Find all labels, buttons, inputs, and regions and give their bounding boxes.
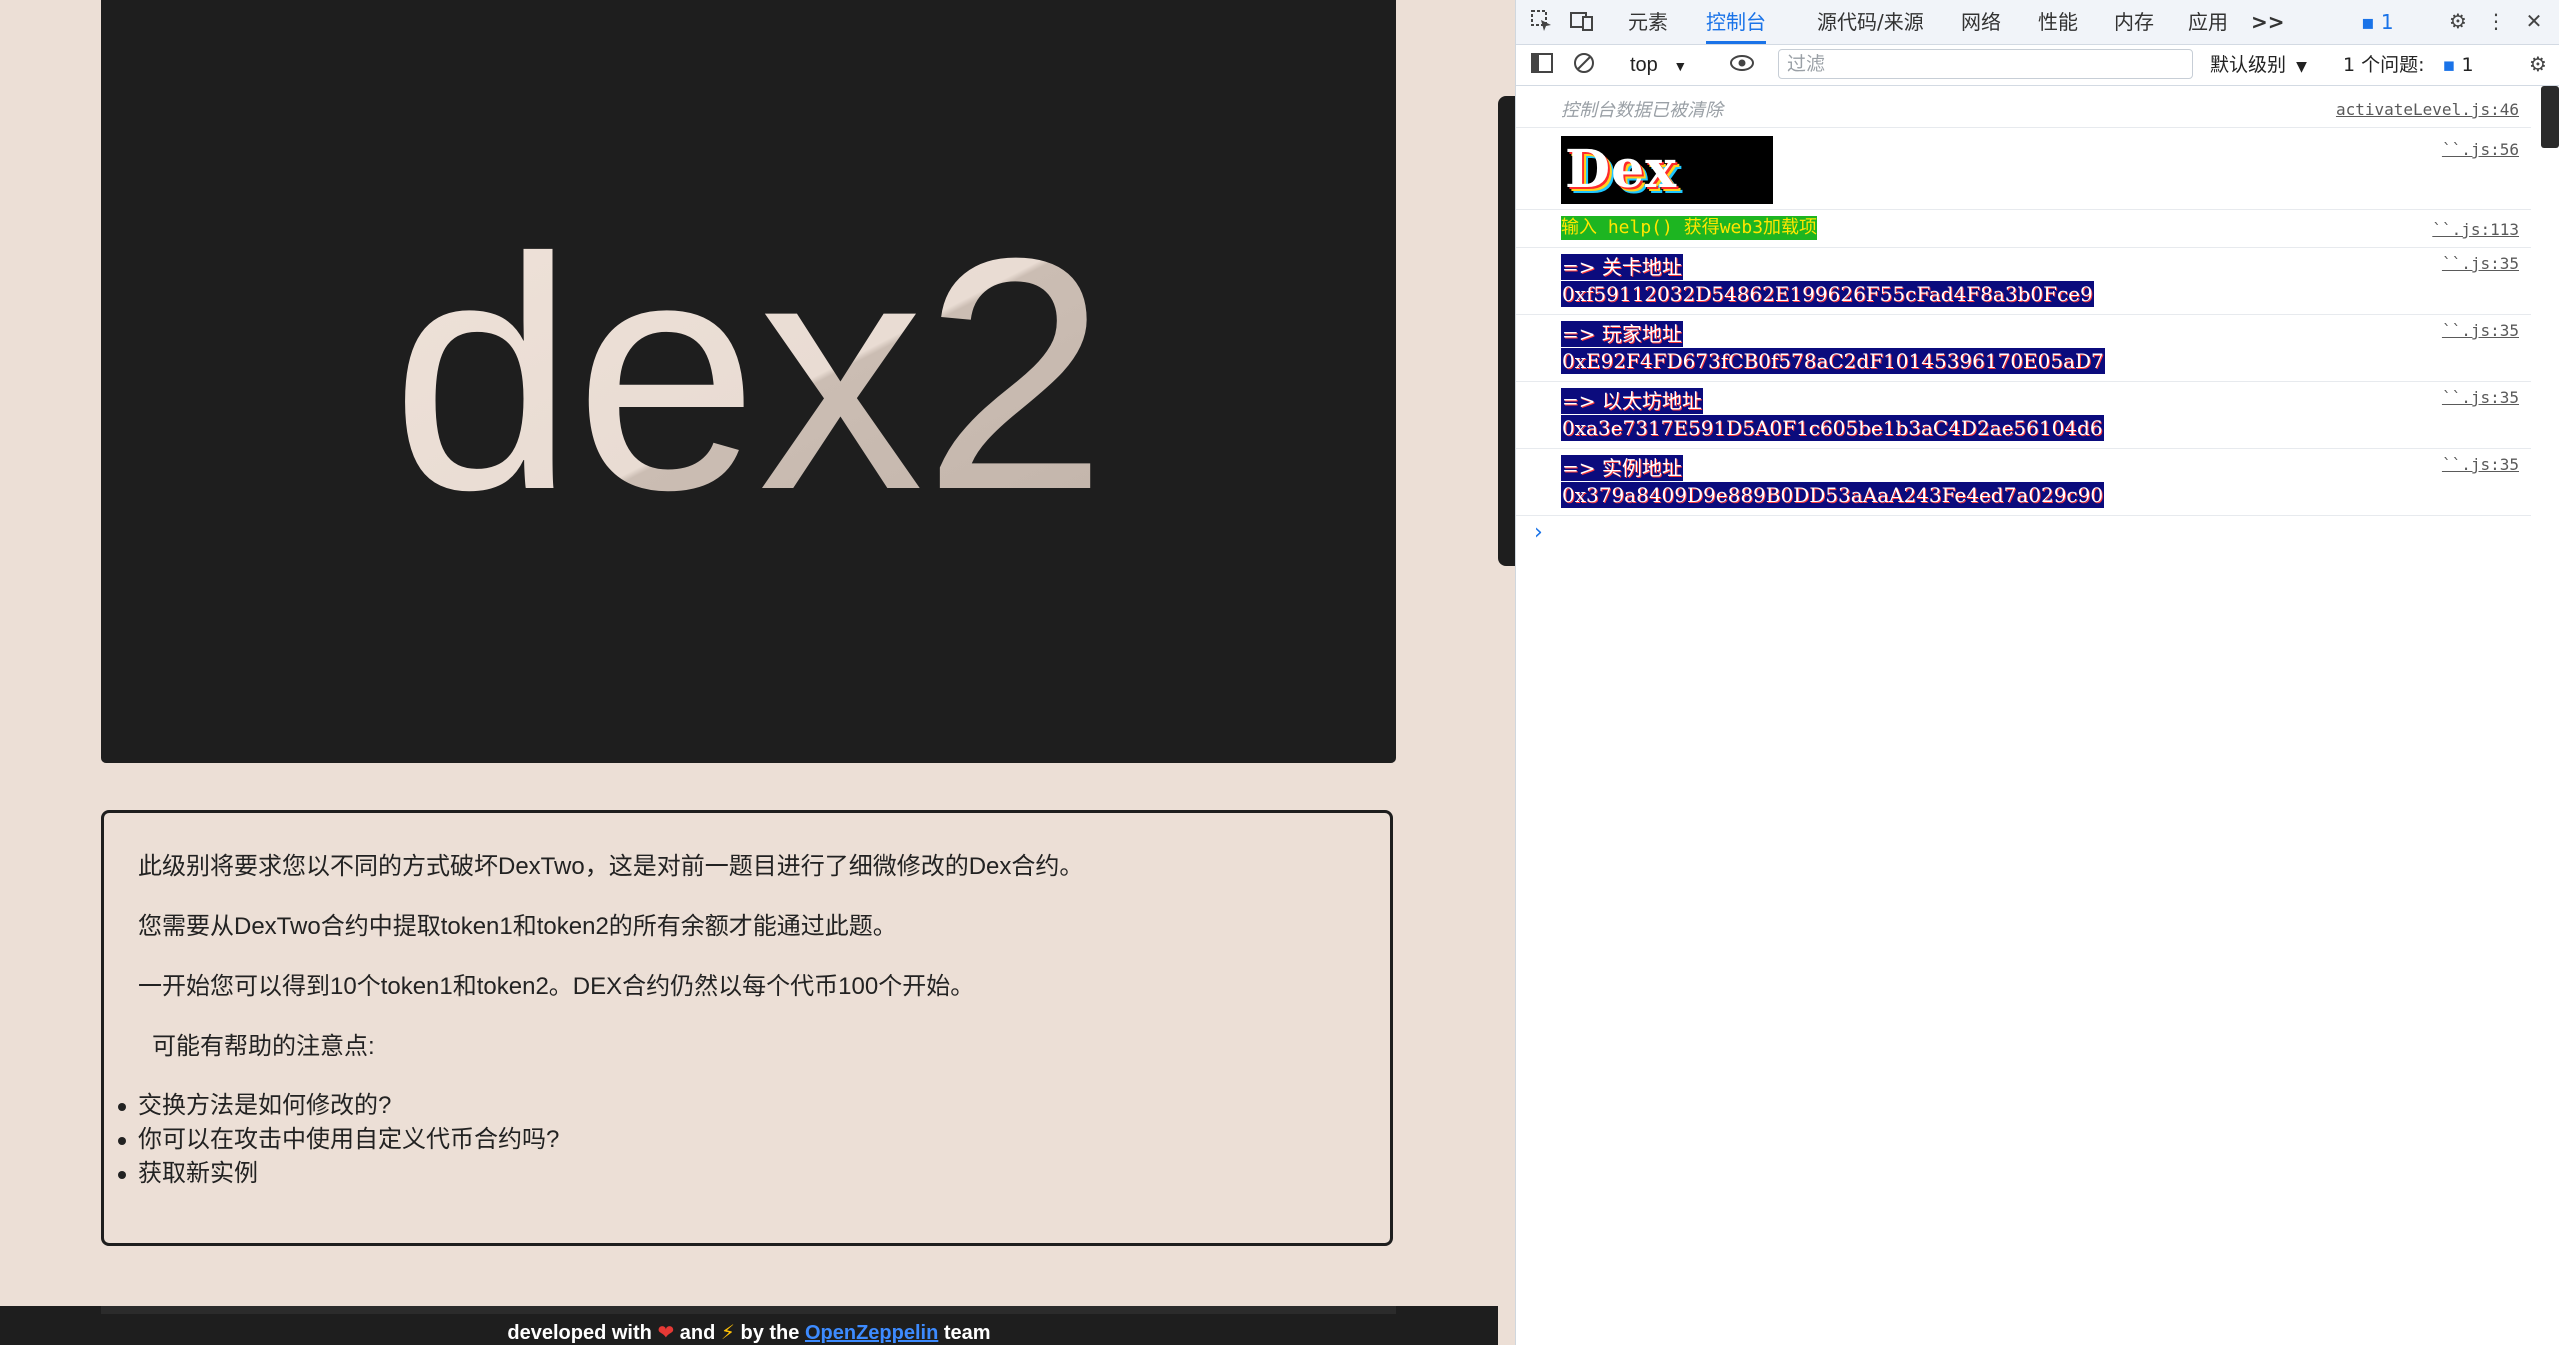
context-select[interactable]: top ▼ <box>1630 51 1687 79</box>
message-icon: ▪ <box>2361 10 2375 34</box>
issues-count: 1 <box>2461 54 2474 76</box>
context-value: top <box>1630 54 1658 76</box>
close-devtools-icon[interactable]: ✕ <box>2520 8 2548 36</box>
hero-title-text: dex2 <box>391 189 1107 558</box>
tab-network[interactable]: 网络 <box>1961 0 2001 44</box>
more-tabs-button[interactable]: >> <box>2251 0 2285 44</box>
chevron-down-icon: ▼ <box>1673 58 1688 74</box>
address-value: 0xa3e7317E591D5A0F1c605be1b3aC4D2ae56104… <box>1561 415 2104 441</box>
hint-item: 交换方法是如何修改的? <box>118 1089 1356 1123</box>
tab-sources[interactable]: 源代码/来源 <box>1817 0 1924 44</box>
source-link[interactable]: ``.js:35 <box>2442 254 2519 273</box>
heart-icon: ❤ <box>657 1322 675 1344</box>
console-toolbar: top ▼ 默认级别 ▼ 1 个问题: ▪ 1 ⚙ <box>1516 45 2559 86</box>
inspect-element-icon[interactable] <box>1528 8 1556 36</box>
device-toolbar-icon[interactable] <box>1568 8 1596 36</box>
page-footer: developed with ❤ and ⚡ by the OpenZeppel… <box>0 1306 1498 1345</box>
help-hint-message: 输入 help() 获得web3加载项 <box>1561 216 1818 240</box>
hints-list: 交换方法是如何修改的? 你可以在攻击中使用自定义代币合约吗? 获取新实例 <box>118 1089 1356 1191</box>
footer-prefix: developed with <box>507 1322 652 1344</box>
more-options-icon[interactable]: ⋮ <box>2482 8 2510 36</box>
console-settings-gear-icon[interactable]: ⚙ <box>2524 51 2552 79</box>
openzeppelin-link[interactable]: OpenZeppelin <box>805 1322 938 1344</box>
console-row: => 实例地址 0x379a8409D9e889B0DD53aAaA243Fe4… <box>1516 449 2531 516</box>
devtools-scrollbar[interactable] <box>2541 86 2559 148</box>
tab-memory[interactable]: 内存 <box>2114 0 2154 44</box>
footer-suffix: team <box>943 1322 991 1344</box>
issues-button[interactable]: 1 个问题: ▪ 1 <box>2343 51 2474 79</box>
footer-credit: developed with ❤ and ⚡ by the OpenZeppel… <box>0 1314 1498 1345</box>
console-row: 控制台数据已被清除 activateLevel.js:46 <box>1516 86 2531 128</box>
message-count: 1 <box>2380 10 2394 34</box>
address-label: => 玩家地址 <box>1561 321 1683 347</box>
source-link[interactable]: ``.js:56 <box>2442 140 2519 159</box>
console-row: 输入 help() 获得web3加载项 ``.js:113 <box>1516 210 2531 248</box>
console-prompt[interactable]: › <box>1534 520 1543 545</box>
sidebar-toggle-icon[interactable] <box>1528 51 1556 79</box>
console-row: => 以太坊地址 0xa3e7317E591D5A0F1c605be1b3aC4… <box>1516 382 2531 449</box>
clear-console-icon[interactable] <box>1570 51 1598 79</box>
page-scrollbar[interactable] <box>1498 96 1515 566</box>
description-paragraph-3: 一开始您可以得到10个token1和token2。DEX合约仍然以每个代币100… <box>138 973 975 1000</box>
live-expression-eye-icon[interactable] <box>1728 51 1756 79</box>
footer-by-the: by the <box>740 1322 800 1344</box>
level-title-art: dex2 <box>101 0 1396 763</box>
source-link[interactable]: ``.js:35 <box>2442 455 2519 474</box>
lightning-icon: ⚡ <box>720 1322 735 1344</box>
console-row: Dex Two ``.js:56 <box>1516 128 2531 210</box>
console-output: 控制台数据已被清除 activateLevel.js:46 Dex Two ``… <box>1516 86 2536 1345</box>
source-link[interactable]: activateLevel.js:46 <box>2336 100 2519 119</box>
address-label: => 以太坊地址 <box>1561 388 1703 414</box>
source-link[interactable]: ``.js:35 <box>2442 388 2519 407</box>
dex-two-banner: Dex Two <box>1561 136 1773 204</box>
footer-and: and <box>679 1322 716 1344</box>
tab-elements[interactable]: 元素 <box>1628 0 1668 44</box>
console-cleared-message: 控制台数据已被清除 <box>1561 100 1723 121</box>
settings-gear-icon[interactable]: ⚙ <box>2444 8 2472 36</box>
devtools-panel: 元素 控制台 源代码/来源 网络 性能 内存 应用 >> ▪ 1 ⚙ ⋮ ✕ t… <box>1515 0 2559 1345</box>
description-paragraph-1: 此级别将要求您以不同的方式破坏DexTwo，这是对前一题目进行了细微修改的Dex… <box>138 853 1084 880</box>
hint-item: 获取新实例 <box>118 1157 1356 1191</box>
chevron-down-icon: ▼ <box>2296 59 2307 75</box>
console-filter-input[interactable] <box>1778 49 2193 79</box>
tab-console[interactable]: 控制台 <box>1706 0 1766 44</box>
level-page: dex2 此级别将要求您以不同的方式破坏DexTwo，这是对前一题目进行了细微修… <box>0 0 1515 1345</box>
tab-application[interactable]: 应用 <box>2188 0 2228 44</box>
address-label: => 关卡地址 <box>1561 254 1683 280</box>
footer-bar <box>101 1306 1396 1314</box>
issues-label: 1 个问题: <box>2343 54 2425 76</box>
issue-icon: ▪ <box>2442 54 2456 76</box>
hint-item: 你可以在攻击中使用自定义代币合约吗? <box>118 1123 1356 1157</box>
banner-text: Dex Two <box>1565 139 1679 205</box>
address-value: 0x379a8409D9e889B0DD53aAaA243Fe4ed7a029c… <box>1561 482 2105 508</box>
address-value: 0xE92F4FD673fCB0f578aC2dF10145396170E05a… <box>1561 348 2105 374</box>
console-row: => 关卡地址 0xf59112032D54862E199626F55cFad4… <box>1516 248 2531 315</box>
devtools-tabbar: 元素 控制台 源代码/来源 网络 性能 内存 应用 >> ▪ 1 ⚙ ⋮ ✕ <box>1516 0 2559 45</box>
console-row: => 玩家地址 0xE92F4FD673fCB0f578aC2dF1014539… <box>1516 315 2531 382</box>
level-description: 此级别将要求您以不同的方式破坏DexTwo，这是对前一题目进行了细微修改的Dex… <box>101 810 1393 1246</box>
address-value: 0xf59112032D54862E199626F55cFad4F8a3b0Fc… <box>1561 281 2094 307</box>
description-paragraph-2: 您需要从DexTwo合约中提取token1和token2的所有余额才能通过此题。 <box>138 913 897 940</box>
tab-performance[interactable]: 性能 <box>2038 0 2078 44</box>
source-link[interactable]: ``.js:113 <box>2432 220 2519 239</box>
address-label: => 实例地址 <box>1561 455 1683 481</box>
source-link[interactable]: ``.js:35 <box>2442 321 2519 340</box>
level-hero-image: dex2 <box>101 0 1396 763</box>
log-level-value: 默认级别 <box>2210 54 2287 76</box>
messages-indicator[interactable]: ▪ 1 <box>2361 0 2394 44</box>
hints-title: 可能有帮助的注意点: <box>152 1033 375 1060</box>
log-level-select[interactable]: 默认级别 ▼ <box>2210 51 2307 79</box>
